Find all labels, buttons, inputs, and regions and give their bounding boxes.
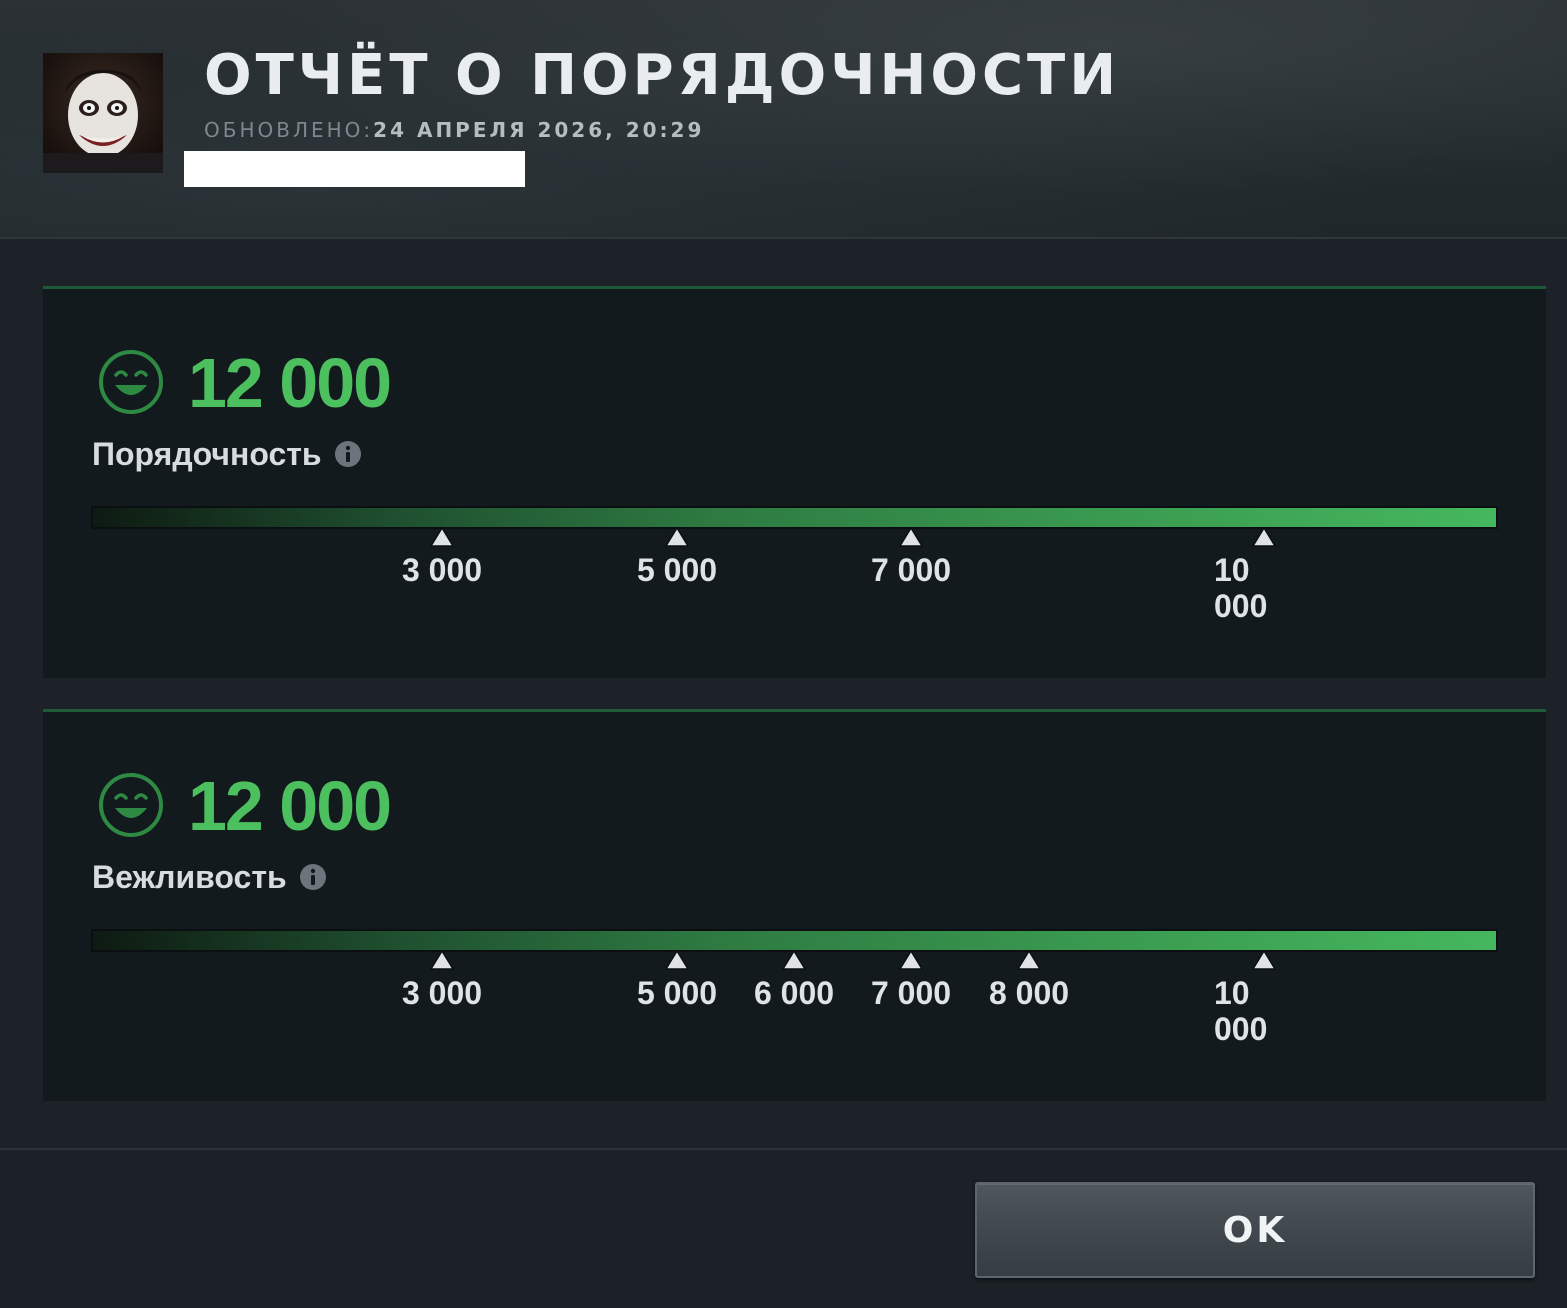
marker-icon [898, 949, 924, 970]
politeness-tick-label: 6 000 [753, 975, 835, 1011]
conduct-score: 12 000 [188, 344, 392, 422]
conduct-label: Порядочность [92, 436, 322, 472]
marker-icon [664, 526, 690, 547]
conduct-tick-label: 3 000 [401, 552, 483, 588]
marker-icon [781, 949, 807, 970]
politeness-label-row: Вежливость [92, 857, 327, 897]
updated-timestamp: ОБНОВЛЕНО:24 АПРЕЛЯ 2026, 20:29 [204, 118, 704, 142]
marker-icon [429, 526, 455, 547]
politeness-score: 12 000 [188, 767, 392, 845]
politeness-tick-label: 5 000 [636, 975, 718, 1011]
conduct-tick-label: 5 000 [636, 552, 718, 588]
ok-button[interactable]: OK [975, 1182, 1535, 1278]
marker-icon [898, 526, 924, 547]
updated-value: 24 АПРЕЛЯ 2026, 20:29 [373, 118, 705, 142]
redacted-player-name [184, 151, 525, 187]
politeness-tick-label: 10 000 [1214, 975, 1268, 1047]
smiley-icon [99, 350, 163, 414]
politeness-tick-label: 7 000 [870, 975, 952, 1011]
marker-icon [664, 949, 690, 970]
politeness-label: Вежливость [92, 859, 287, 895]
marker-icon [429, 949, 455, 970]
updated-label: ОБНОВЛЕНО: [204, 118, 374, 142]
smiley-icon [99, 773, 163, 837]
marker-icon [1251, 949, 1277, 970]
marker-icon [1016, 949, 1042, 970]
marker-icon [1251, 526, 1277, 547]
politeness-tick-label: 3 000 [401, 975, 483, 1011]
page-title: ОТЧЁТ О ПОРЯДОЧНОСТИ [204, 43, 1121, 108]
conduct-label-row: Порядочность [92, 434, 362, 474]
conduct-tick-label: 10 000 [1214, 552, 1268, 624]
politeness-tick-label: 8 000 [988, 975, 1070, 1011]
politeness-panel: 12 000 Вежливость 3 000 5 000 6 000 7 00… [43, 709, 1546, 1101]
avatar [43, 53, 163, 173]
conduct-progress-bar [91, 506, 1498, 529]
info-icon[interactable] [299, 863, 327, 891]
info-icon[interactable] [334, 440, 362, 468]
conduct-tick-label: 7 000 [870, 552, 952, 588]
conduct-panel: 12 000 Порядочность 3 000 5 000 7 000 10… [43, 286, 1546, 678]
